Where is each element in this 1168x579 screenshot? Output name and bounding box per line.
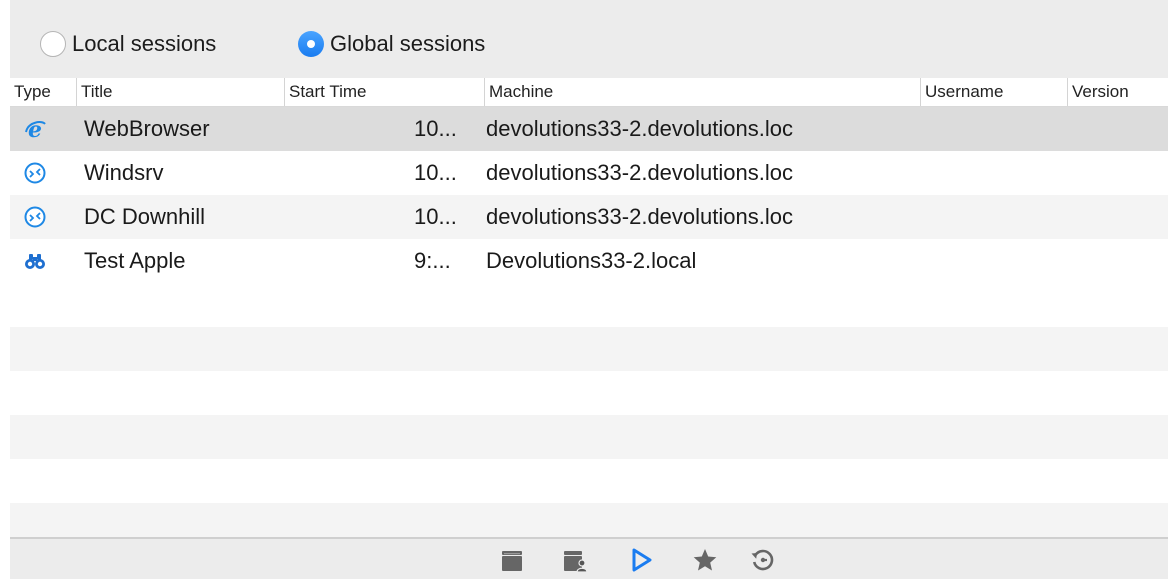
session-title: Test Apple [84,248,186,273]
session-start-time: 9:... [414,248,451,273]
session-username [924,195,1064,239]
session-title: DC Downhill [84,204,206,229]
sessions-window: Local sessions Global sessions Type Titl… [10,0,1168,579]
empty-row [10,459,1168,503]
star-icon[interactable] [692,547,718,573]
internet-explorer-icon: e [25,118,46,140]
global-sessions-label: Global sessions [330,31,486,56]
local-sessions-radio[interactable]: Local sessions [40,26,216,62]
empty-row [10,283,1168,327]
session-start-time: 10... [414,116,457,141]
table-row[interactable]: DC Downhill 10... devolutions33-2.devolu… [10,195,1168,239]
column-header-start-time[interactable]: Start Time [284,78,484,106]
open-session-user-icon[interactable] [562,547,588,573]
session-title: Windsrv [84,160,164,185]
history-icon[interactable] [750,547,776,573]
column-header-version[interactable]: Version [1067,78,1168,106]
remote-desktop-icon [24,206,46,228]
actions-toolbar [10,537,1168,579]
session-username [924,151,1064,195]
column-header-type[interactable]: Type [10,78,76,106]
column-header-machine[interactable]: Machine [484,78,920,106]
column-header-title[interactable]: Title [76,78,284,106]
empty-row [10,415,1168,459]
session-machine: Devolutions33-2.local [486,248,697,273]
session-start-time: 10... [414,160,457,185]
local-sessions-label: Local sessions [72,31,217,56]
empty-row [10,327,1168,371]
play-icon[interactable] [628,547,654,573]
session-username [924,239,1064,283]
table-row[interactable]: Test Apple 9:... Devolutions33-2.local [10,239,1168,283]
session-version [1072,151,1168,195]
radio-checked-icon [298,31,324,57]
session-machine: devolutions33-2.devolutions.loc [486,204,793,229]
session-version [1072,107,1168,151]
table-row[interactable]: Windsrv 10... devolutions33-2.devolution… [10,151,1168,195]
empty-row [10,371,1168,415]
session-title: WebBrowser [84,116,210,141]
session-machine: devolutions33-2.devolutions.loc [486,116,793,141]
open-session-icon[interactable] [500,547,526,573]
empty-row [10,503,1168,537]
table-row[interactable]: e WebBrowser 10... devolutions33-2.devol… [10,107,1168,151]
remote-desktop-icon [24,162,46,184]
session-start-time: 10... [414,204,457,229]
column-header-username[interactable]: Username [920,78,1067,106]
binoculars-icon [25,254,45,269]
radio-unchecked-icon [40,31,66,57]
global-sessions-radio[interactable]: Global sessions [298,26,485,62]
sessions-table: e WebBrowser 10... devolutions33-2.devol… [10,107,1168,537]
session-machine: devolutions33-2.devolutions.loc [486,160,793,185]
table-header: Type Title Start Time Machine Username V… [10,78,1168,107]
session-version [1072,239,1168,283]
scope-toolbar: Local sessions Global sessions [10,0,1168,78]
session-version [1072,195,1168,239]
session-username [924,107,1064,151]
